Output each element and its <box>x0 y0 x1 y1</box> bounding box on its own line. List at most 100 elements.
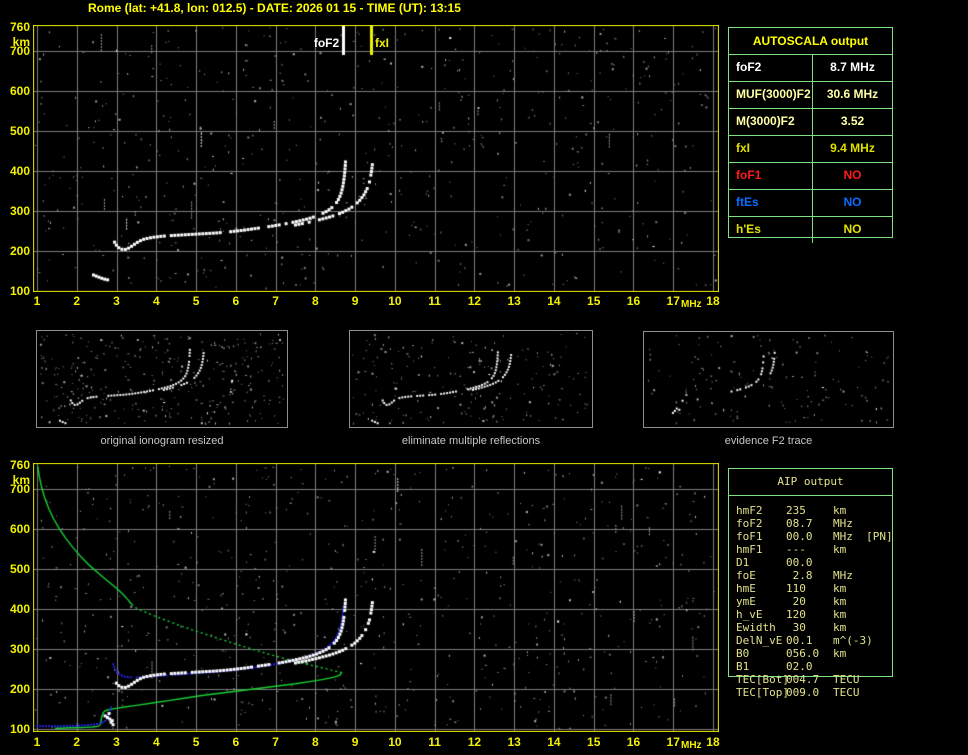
x-tick-top: 8 <box>312 294 319 308</box>
aip-row-hme: hmE 110 km <box>736 582 846 595</box>
y-tick-bottom: 500 <box>9 562 30 576</box>
aip-row-name: D1 <box>736 556 750 569</box>
autoscala-row-fof2: foF2 8.7 MHz <box>729 55 892 82</box>
thumbnail-evidence-f2-caption: evidence F2 trace <box>724 435 813 447</box>
aip-row-fof2: foF2 08.7 MHz <box>736 517 853 530</box>
x-tick-top: 7 <box>272 294 279 308</box>
aip-row-tec[top]: TEC[Top]009.0 TECU <box>736 686 860 699</box>
thumbnail-eliminate-reflections-caption: eliminate multiple reflections <box>401 435 541 447</box>
aip-row-name: h_vE <box>736 608 763 621</box>
aip-row-yme: ymE 20 km <box>736 595 846 608</box>
x-tick-top: 15 <box>587 294 601 308</box>
autoscala-row-value: 3.52 <box>840 114 865 128</box>
x-tick-top: 13 <box>507 294 521 308</box>
aip-header-divider <box>729 495 892 496</box>
y-tick-bottom: 300 <box>9 642 30 656</box>
y-tick-top: 600 <box>9 84 30 98</box>
aip-row-unit: m^(-3) <box>833 634 873 647</box>
autoscala-row-label: MUF(3000)F2 <box>729 82 813 108</box>
y-tick-top: 760 <box>9 20 30 34</box>
x-tick-bottom: 1 <box>33 735 41 749</box>
aip-row-fof1: foF1 00.0 MHz [PN] <box>736 530 893 543</box>
x-tick-top: 16 <box>626 294 641 308</box>
aip-row-value: 00.0 <box>786 556 813 569</box>
x-tick-top: 3 <box>113 294 120 308</box>
x-tick-bottom: 6 <box>232 735 240 749</box>
page-title: Rome (lat: +41.8, lon: 012.5) - DATE: 20… <box>88 1 461 15</box>
aip-row-unit: MHz [PN] <box>833 530 893 543</box>
autoscala-row-label: M(3000)F2 <box>729 109 813 135</box>
aip-row-unit: TECU <box>833 686 860 699</box>
aip-row-name: B0 <box>736 647 750 660</box>
x-tick-bottom: 11 <box>428 735 441 749</box>
y-tick-bottom: 760 <box>9 458 30 472</box>
x-tick-bottom: 13 <box>507 735 521 749</box>
thumbnail-original-ionogram-caption: original ionogram resized <box>100 435 224 447</box>
y-tick-bottom: 200 <box>9 682 30 696</box>
x-axis-unit-top: MHz <box>681 299 702 310</box>
y-axis-unit-bottom: km <box>12 473 30 487</box>
x-tick-top: 5 <box>192 294 200 308</box>
aip-row-unit: km <box>833 582 847 595</box>
aip-row-unit: km <box>833 621 847 634</box>
aip-row-name: hmF1 <box>736 543 763 556</box>
x-tick-bottom: 2 <box>73 735 81 749</box>
aip-row-deln_ve: DelN_vE 00.1 m^(-3) <box>736 634 873 647</box>
autoscala-row-fxi: fxI 9.4 MHz <box>729 136 892 163</box>
aip-row-unit: TECU <box>833 673 860 686</box>
aip-row-name: hmF2 <box>736 504 763 517</box>
aip-row-h_ve: h_vE 120 km <box>736 608 846 621</box>
aip-row-unit: MHz <box>833 517 853 530</box>
aip-row-d1: D1 00.0 <box>736 556 833 569</box>
aip-row-unit: km <box>833 647 847 660</box>
x-tick-top: 1 <box>33 294 41 308</box>
thumbnail-original-ionogram-image <box>37 331 287 427</box>
aip-row-name: DelN_vE <box>736 634 783 647</box>
autoscala-row-value: NO <box>843 168 862 182</box>
y-tick-top: 400 <box>9 164 30 178</box>
y-tick-bottom: 600 <box>9 522 30 536</box>
aip-row-value: 004.7 <box>786 673 820 686</box>
x-tick-top: 6 <box>232 294 240 308</box>
aip-row-tec[bot]: TEC[Bot]004.7 TECU <box>736 673 860 686</box>
fxi-marker-label: fxI <box>375 36 390 50</box>
aip-row-name: hmE <box>736 582 756 595</box>
aip-row-b0: B0 056.0 km <box>736 647 846 660</box>
y-tick-top: 200 <box>9 244 30 258</box>
x-tick-bottom: 3 <box>113 735 120 749</box>
autoscala-row-muf(3000)f2: MUF(3000)F2 30.6 MHz <box>729 82 892 109</box>
aip-row-value: 235 <box>786 504 806 517</box>
x-tick-bottom: 16 <box>626 735 641 749</box>
aip-row-value: 056.0 <box>786 647 820 660</box>
aip-row-name: TEC[Bot] <box>736 673 789 686</box>
autoscala-row-value: 30.6 MHz <box>826 87 879 101</box>
aip-row-value: --- <box>786 543 806 556</box>
x-tick-bottom: 12 <box>467 735 482 749</box>
autoscala-row-label: h'Es <box>729 217 813 243</box>
x-tick-bottom: 4 <box>152 735 160 749</box>
aip-row-unit: km <box>833 543 847 556</box>
y-tick-top: 300 <box>9 204 30 218</box>
aip-row-ewidth: Ewidth 30 km <box>736 621 846 634</box>
x-tick-bottom: 15 <box>587 735 601 749</box>
aip-row-value: 30 <box>786 621 806 634</box>
aip-row-name: foE <box>736 569 756 582</box>
aip-row-value: 009.0 <box>786 686 820 699</box>
x-tick-bottom: 9 <box>351 735 359 749</box>
aip-row-name: foF1 <box>736 530 763 543</box>
autoscala-row-label: fxI <box>729 136 813 162</box>
x-tick-bottom: 14 <box>547 735 561 749</box>
aip-row-name: ymE <box>736 595 756 608</box>
y-axis-unit-top: km <box>12 35 30 49</box>
aip-row-unit: km <box>833 608 847 621</box>
y-tick-bottom: 100 <box>9 722 30 736</box>
autoscala-row-value: 9.4 MHz <box>830 141 875 155</box>
x-tick-bottom: 7 <box>272 735 279 749</box>
autoscala-row-h'es: h'Es NO <box>729 217 892 243</box>
aip-row-value: 02.0 <box>786 660 813 673</box>
autoscala-row-ftes: ftEs NO <box>729 190 892 217</box>
bottom-ionogram-profile-plot <box>33 463 719 732</box>
aip-row-unit: MHz <box>833 569 853 582</box>
aip-row-name: TEC[Top] <box>736 686 789 699</box>
autoscala-row-fof1: foF1 NO <box>729 163 892 190</box>
